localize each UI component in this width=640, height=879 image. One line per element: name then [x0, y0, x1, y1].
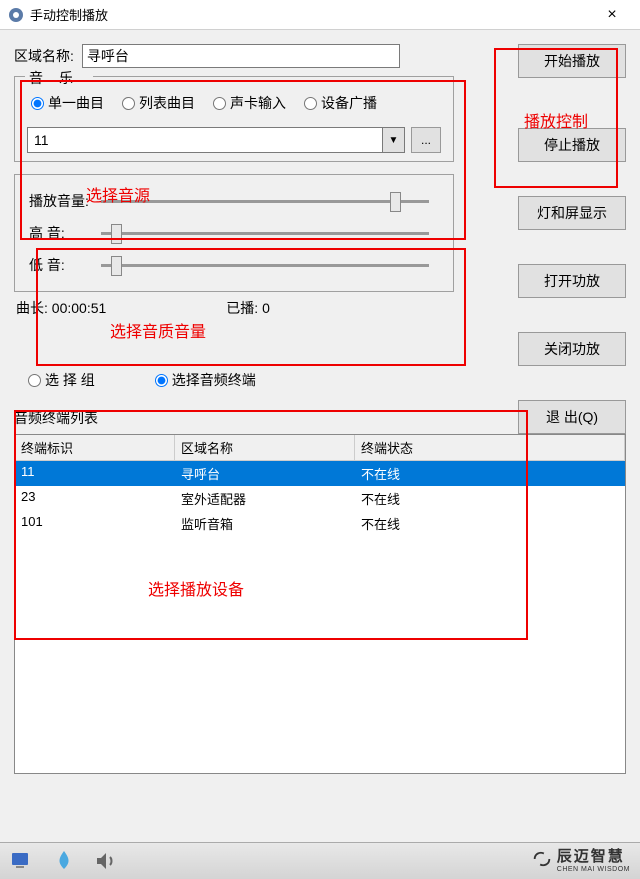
anno-quality: 选择音质音量	[110, 318, 206, 342]
zone-name-input[interactable]	[82, 44, 400, 68]
select-group[interactable]: 选 择 组	[28, 370, 95, 390]
sliders-box: 播放音量: 高 音: 低 音:	[14, 174, 454, 292]
select-terminal[interactable]: 选择音频终端	[155, 370, 256, 390]
terminal-list: 终端标识 区域名称 终端状态 11寻呼台不在线23室外适配器不在线101监听音箱…	[14, 434, 626, 774]
titlebar: 手动控制播放 ×	[0, 0, 640, 30]
played-value: 0	[262, 300, 270, 316]
treble-slider[interactable]	[101, 232, 429, 235]
chevron-down-icon[interactable]: ▼	[382, 128, 404, 152]
mode-list[interactable]: 列表曲目	[122, 93, 195, 113]
source-combo[interactable]: 11 ▼	[27, 127, 405, 153]
terminal-section: 音频终端列表 终端标识 区域名称 终端状态 11寻呼台不在线23室外适配器不在线…	[14, 406, 626, 774]
close-icon[interactable]: ×	[592, 6, 632, 24]
app-icon	[8, 7, 24, 23]
button-column: 开始播放 停止播放 灯和屏显示 打开功放 关闭功放 退 出(Q)	[518, 44, 626, 434]
time-row: 曲长: 00:00:51 已播: 0	[14, 292, 462, 320]
amp-on-button[interactable]: 打开功放	[518, 264, 626, 298]
music-legend: 音乐	[25, 68, 93, 88]
taskbar-monitor-icon[interactable]	[10, 849, 34, 873]
brand-icon	[531, 848, 553, 870]
mode-soundcard[interactable]: 声卡输入	[213, 93, 286, 113]
brand-logo: 辰迈智慧 CHEN MAI WISDOM	[531, 845, 630, 873]
browse-button[interactable]: ...	[411, 127, 441, 153]
table-row[interactable]: 11寻呼台不在线	[15, 461, 625, 486]
mode-single[interactable]: 单一曲目	[31, 93, 104, 113]
music-fieldset: 音乐 单一曲目 列表曲目 声卡输入 设备广播 11 ▼ ...	[14, 76, 454, 162]
zone-row: 区域名称:	[14, 44, 462, 68]
length-value: 00:00:51	[52, 300, 107, 316]
window-title: 手动控制播放	[30, 5, 592, 24]
bass-label: 低 音:	[29, 255, 101, 275]
exit-button[interactable]: 退 出(Q)	[518, 400, 626, 434]
stop-play-button[interactable]: 停止播放	[518, 128, 626, 162]
bass-slider[interactable]	[101, 264, 429, 267]
volume-label: 播放音量:	[29, 191, 101, 211]
table-row[interactable]: 101监听音箱不在线	[15, 511, 625, 536]
music-mode-radios: 单一曲目 列表曲目 声卡输入 设备广播	[27, 87, 441, 123]
zone-label: 区域名称:	[14, 46, 74, 66]
table-row[interactable]: 23室外适配器不在线	[15, 486, 625, 511]
treble-label: 高 音:	[29, 223, 101, 243]
terminal-header: 终端标识 区域名称 终端状态	[15, 435, 625, 461]
taskbar-speaker-icon[interactable]	[94, 849, 118, 873]
mode-device[interactable]: 设备广播	[304, 93, 377, 113]
volume-slider[interactable]	[101, 200, 429, 203]
light-screen-button[interactable]: 灯和屏显示	[518, 196, 626, 230]
taskbar-droplet-icon[interactable]	[52, 849, 76, 873]
taskbar: 辰迈智慧 CHEN MAI WISDOM	[0, 842, 640, 879]
start-play-button[interactable]: 开始播放	[518, 44, 626, 78]
amp-off-button[interactable]: 关闭功放	[518, 332, 626, 366]
